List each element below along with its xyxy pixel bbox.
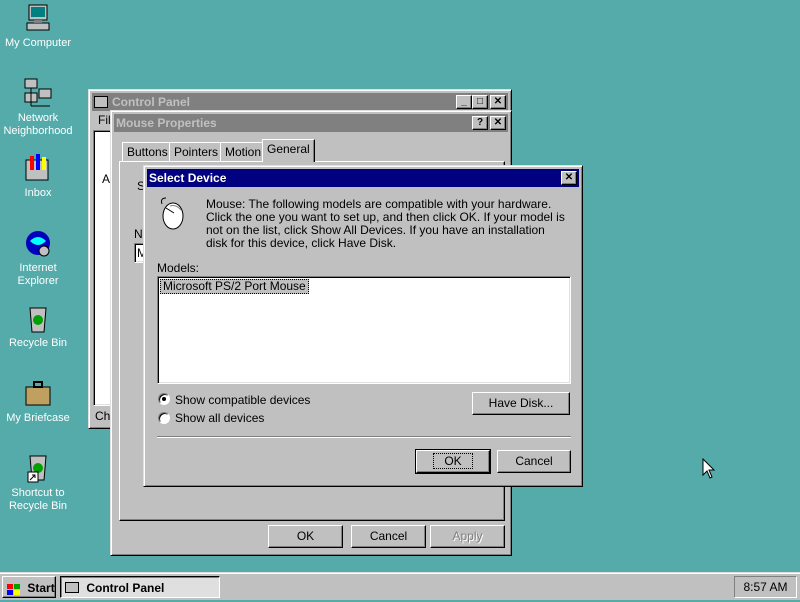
recycle-bin-icon xyxy=(22,302,54,334)
mouse-properties-titlebar[interactable]: Mouse Properties ? ✕ xyxy=(114,114,508,132)
clock[interactable]: 8:57 AM xyxy=(743,580,787,594)
desktop-icon-label: Internet Explorer xyxy=(17,262,59,287)
model-name: Microsoft PS/2 Port Mouse xyxy=(163,279,306,293)
desktop-icon-label: Inbox xyxy=(24,187,52,199)
radio-dot xyxy=(162,397,166,401)
have-disk-button[interactable]: Have Disk... xyxy=(472,392,570,415)
mouse-properties-tabs: Buttons Pointers Motion General xyxy=(119,139,509,162)
desktop-icon-recycle-bin[interactable]: Recycle Bin xyxy=(0,302,76,350)
close-button[interactable]: ✕ xyxy=(561,171,577,185)
internet-explorer-icon xyxy=(22,227,54,259)
system-tray: 8:57 AM xyxy=(734,576,797,598)
desktop-icon-label: Recycle Bin xyxy=(8,337,68,349)
apply-button[interactable]: Apply xyxy=(430,525,505,548)
tab-general[interactable]: General xyxy=(262,139,315,162)
control-panel-app-icon xyxy=(65,582,79,594)
computer-icon xyxy=(22,2,54,34)
control-panel-title: Control Panel xyxy=(112,95,191,109)
minimize-button[interactable]: _ xyxy=(456,95,472,109)
models-listbox[interactable]: Microsoft PS/2 Port Mouse xyxy=(157,276,571,384)
show-all-radio[interactable] xyxy=(158,412,170,424)
desktop-icon-network-neighborhood[interactable]: Network Neighborhood xyxy=(0,77,76,138)
mouse-icon xyxy=(156,196,188,232)
cancel-button[interactable]: Cancel xyxy=(497,450,571,473)
desktop-icon-label: My Briefcase xyxy=(6,412,70,424)
taskbar: Start Control Panel 8:57 AM xyxy=(0,572,800,600)
separator xyxy=(157,436,571,438)
tab-pointers[interactable]: Pointers xyxy=(169,142,224,162)
tab-motion[interactable]: Motion xyxy=(220,142,267,162)
taskbar-button-label: Control Panel xyxy=(86,580,165,595)
desktop-icon-internet-explorer[interactable]: Internet Explorer xyxy=(0,227,76,288)
ok-label: OK xyxy=(433,453,473,469)
ok-button[interactable]: OK xyxy=(268,525,343,548)
control-panel-titlebar[interactable]: Control Panel _ □ ✕ xyxy=(92,93,508,111)
select-device-titlebar[interactable]: Select Device ✕ xyxy=(147,169,579,187)
help-button[interactable]: ? xyxy=(472,116,488,130)
control-panel-side-letter: A xyxy=(102,172,111,186)
desktop-icon-label: Network Neighborhood xyxy=(3,112,73,137)
network-icon xyxy=(22,77,54,109)
cancel-button[interactable]: Cancel xyxy=(351,525,426,548)
models-label-text: Models: xyxy=(157,261,200,275)
mouse-cursor-icon xyxy=(702,457,716,480)
desktop-icon-shortcut-recycle-bin[interactable]: Shortcut to Recycle Bin xyxy=(0,452,76,513)
start-button[interactable]: Start xyxy=(2,576,56,598)
desktop-icon-my-briefcase[interactable]: My Briefcase xyxy=(0,377,76,425)
select-device-dialog: Select Device ✕ Mouse: The following mod… xyxy=(143,165,583,487)
models-label: Models: xyxy=(157,261,199,275)
show-compatible-label[interactable]: Show compatible devices xyxy=(175,393,310,407)
start-label: Start xyxy=(27,580,55,595)
ok-button[interactable]: OK xyxy=(415,449,491,474)
taskbar-button-control-panel[interactable]: Control Panel xyxy=(60,576,220,598)
desktop-icon-my-computer[interactable]: My Computer xyxy=(0,2,76,50)
panel-fragment-n: N xyxy=(134,227,143,241)
desktop-icon-label: Shortcut to Recycle Bin xyxy=(8,487,68,512)
select-device-title: Select Device xyxy=(149,171,227,185)
control-panel-app-icon xyxy=(94,96,108,108)
desktop-icon-inbox[interactable]: Inbox xyxy=(0,152,76,200)
select-device-description: Mouse: The following models are compatib… xyxy=(206,197,565,250)
desktop-icon-label: My Computer xyxy=(4,37,72,49)
briefcase-icon xyxy=(22,377,54,409)
tab-buttons[interactable]: Buttons xyxy=(122,142,173,162)
close-button[interactable]: ✕ xyxy=(490,95,506,109)
maximize-button[interactable]: □ xyxy=(472,95,488,109)
recycle-bin-shortcut-icon xyxy=(22,452,54,484)
mouse-properties-title: Mouse Properties xyxy=(116,116,217,130)
inbox-icon xyxy=(22,152,54,184)
show-compatible-radio[interactable] xyxy=(158,393,170,405)
list-item[interactable]: Microsoft PS/2 Port Mouse xyxy=(160,279,309,294)
close-button[interactable]: ✕ xyxy=(490,116,506,130)
show-all-label[interactable]: Show all devices xyxy=(175,411,264,425)
windows-logo-icon xyxy=(7,582,21,595)
